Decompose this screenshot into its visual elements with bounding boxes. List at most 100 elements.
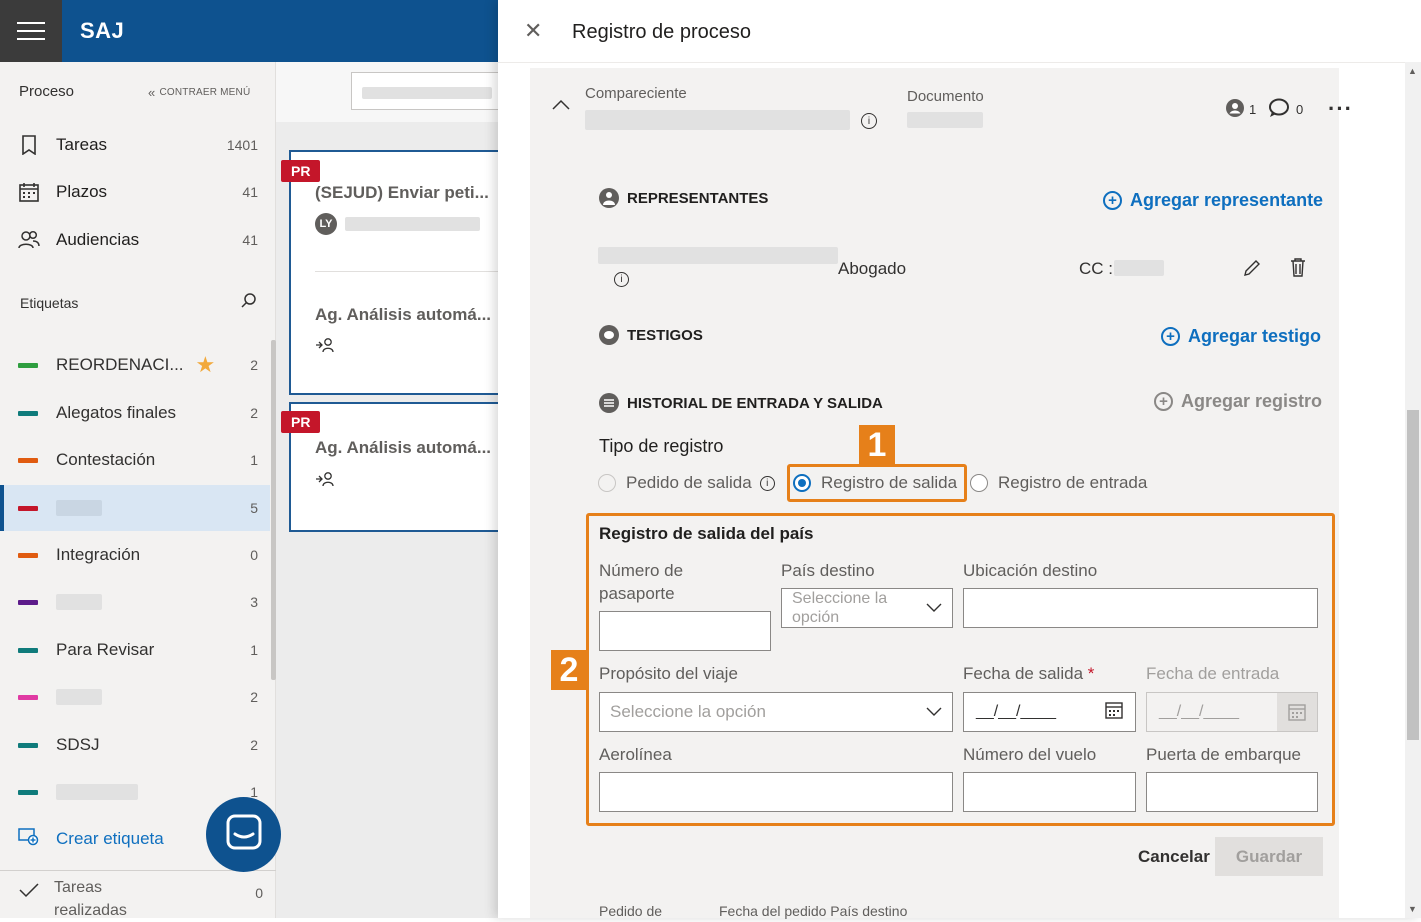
radio-circle [970, 474, 988, 492]
person-icon [1225, 98, 1245, 121]
tag-item[interactable]: REORDENACI... ★ 2 [18, 350, 258, 380]
redacted-text [585, 110, 850, 130]
sidebar-item-tareas[interactable]: Tareas 1401 [18, 130, 258, 160]
tag-item[interactable]: 3 [18, 587, 258, 617]
redacted-text [345, 217, 480, 231]
aerolinea-label: Aerolínea [599, 745, 672, 764]
pais-select[interactable]: Seleccione la opción [781, 588, 953, 628]
fecha-entrada-input: __/__/____ [1146, 692, 1318, 732]
comment-icon [1268, 98, 1290, 121]
tag-item[interactable]: Para Revisar 1 [18, 635, 258, 665]
tags-title: Etiquetas [20, 295, 79, 311]
comments-counter[interactable]: 0 [1268, 98, 1303, 121]
divider [498, 62, 1421, 63]
tag-item[interactable]: 5 [18, 493, 258, 523]
add-representante-button[interactable]: + Agregar representante [1103, 190, 1323, 211]
create-tag-button[interactable]: Crear etiqueta [18, 826, 164, 851]
tag-item[interactable]: SDSJ 2 [18, 730, 258, 760]
plus-circle-icon: + [1161, 327, 1180, 346]
tag-item[interactable]: 2 [18, 682, 258, 712]
calendar-icon [1277, 693, 1317, 731]
step-badge-2: 2 [551, 650, 587, 690]
priority-flag: PR [281, 160, 321, 182]
tag-item[interactable]: Alegatos finales 2 [18, 398, 258, 428]
radio-registro-entrada[interactable]: Registro de entrada [970, 473, 1147, 493]
pais-label: País destino [781, 561, 875, 580]
fecha-entrada-label: Fecha de entrada [1146, 664, 1280, 683]
radio-circle [598, 474, 616, 492]
tag-color-swatch [18, 789, 38, 795]
avatar: LY [315, 213, 337, 235]
persons-counter[interactable]: 1 [1225, 98, 1256, 121]
edit-pencil-icon[interactable] [1242, 258, 1262, 283]
tag-color-swatch [18, 647, 38, 653]
list-search-input[interactable] [351, 72, 511, 110]
assign-user-icon [315, 471, 335, 492]
pasaporte-input[interactable] [599, 611, 771, 651]
tag-color-swatch [18, 410, 38, 416]
redacted-text [907, 112, 983, 128]
info-icon[interactable]: i [614, 272, 629, 287]
tag-color-swatch [18, 599, 38, 605]
completed-tasks-item[interactable]: Tareas realizadas 0 [18, 876, 263, 922]
person-icon [599, 188, 619, 208]
chat-launcher-button[interactable] [206, 797, 281, 872]
radio-pedido-salida[interactable]: Pedido de salida i [598, 473, 775, 493]
add-registro-button[interactable]: + Agregar registro [1154, 391, 1322, 412]
hamburger-menu-icon[interactable] [0, 0, 62, 62]
aerolinea-input[interactable] [599, 772, 953, 812]
assign-user-icon [315, 337, 335, 356]
rep-cc-label: CC : [1079, 259, 1113, 278]
process-panel: ✕ Registro de proceso Compareciente i Do… [498, 0, 1421, 919]
tag-color-swatch [18, 457, 38, 463]
search-icon[interactable] [240, 292, 258, 315]
star-icon: ★ [195, 352, 216, 377]
vuelo-input[interactable] [963, 772, 1136, 812]
radio-registro-salida[interactable]: Registro de salida [793, 473, 957, 493]
list-icon [599, 393, 619, 413]
table-header-fecha-pais: Fecha del pedido País destino [719, 903, 908, 919]
scroll-down-arrow-icon[interactable]: ▼ [1408, 904, 1417, 914]
calendar-icon[interactable] [1105, 701, 1123, 724]
task-card[interactable] [289, 402, 509, 532]
scrollbar-thumb[interactable] [1407, 410, 1419, 740]
close-icon[interactable]: ✕ [524, 18, 542, 44]
redacted-text [598, 247, 838, 264]
info-icon[interactable]: i [861, 113, 877, 129]
pasaporte-label: Número de pasaporte [599, 561, 684, 603]
tag-item[interactable]: Integración 0 [18, 540, 258, 570]
task-title: Ag. Análisis automá... [315, 305, 492, 324]
fecha-salida-input[interactable]: __/__/____ [963, 692, 1136, 732]
sidebar-item-audiencias[interactable]: Audiencias 41 [18, 225, 258, 255]
trash-icon[interactable] [1289, 257, 1307, 282]
scroll-up-arrow-icon[interactable]: ▲ [1408, 66, 1417, 76]
collapse-menu-button[interactable]: «CONTRAER MENÚ [148, 85, 250, 100]
proposito-label: Propósito del viaje [599, 664, 738, 683]
task-title: Ag. Análisis automá... [315, 438, 492, 457]
cancel-button[interactable]: Cancelar [1138, 847, 1210, 867]
chevron-down-icon [926, 599, 942, 618]
info-icon[interactable]: i [759, 475, 775, 491]
step-badge-1: 1 [859, 425, 895, 465]
redacted-text [1114, 260, 1164, 276]
add-testigo-button[interactable]: + Agregar testigo [1161, 326, 1321, 347]
chevron-up-icon[interactable] [552, 98, 570, 116]
plus-circle-icon: + [1103, 191, 1122, 210]
tag-color-swatch [18, 694, 38, 700]
puerta-input[interactable] [1146, 772, 1318, 812]
redacted-label [56, 784, 138, 800]
compareciente-label: Compareciente [585, 85, 687, 102]
save-button[interactable]: Guardar [1215, 837, 1323, 876]
rep-role: Abogado [838, 259, 907, 278]
form-title: Registro de salida del país [599, 524, 814, 543]
vuelo-label: Número del vuelo [963, 745, 1097, 764]
proposito-select[interactable]: Seleccione la opción [599, 692, 953, 732]
tag-color-swatch [18, 505, 38, 511]
panel-title: Registro de proceso [572, 21, 751, 43]
ubicacion-input[interactable] [963, 588, 1318, 628]
sidebar-item-plazos[interactable]: Plazos 41 [18, 177, 258, 207]
tag-item[interactable]: Contestación 1 [18, 445, 258, 475]
priority-flag: PR [281, 411, 321, 433]
more-options-icon[interactable]: ··· [1328, 96, 1353, 122]
checkmark-icon [18, 882, 40, 903]
